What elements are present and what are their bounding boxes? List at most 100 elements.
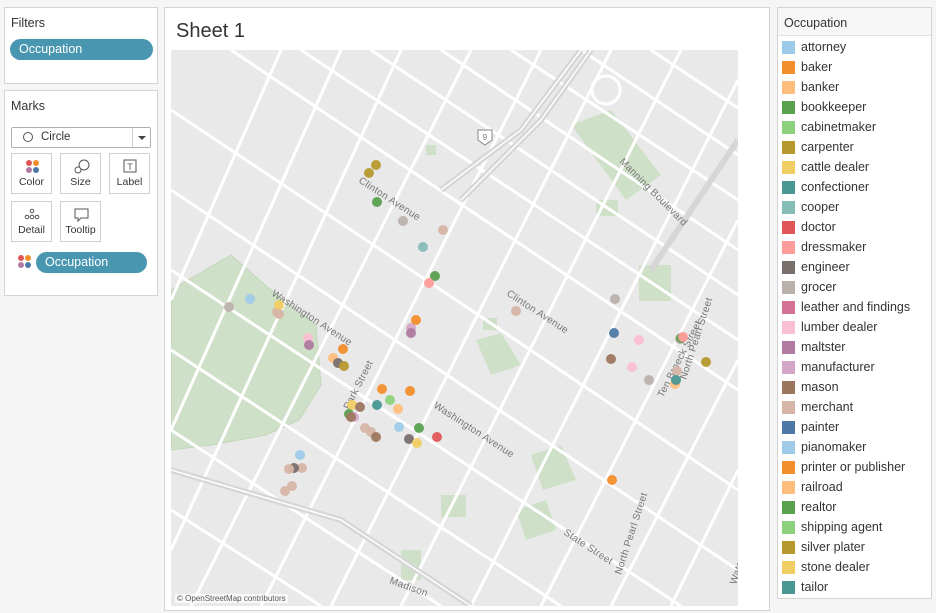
- legend-item[interactable]: stone dealer: [782, 558, 927, 578]
- legend-item[interactable]: shipping agent: [782, 518, 927, 538]
- legend-swatch: [782, 501, 795, 514]
- data-point[interactable]: [295, 450, 305, 460]
- data-point[interactable]: [398, 216, 408, 226]
- legend-swatch: [782, 421, 795, 434]
- data-point[interactable]: [701, 357, 711, 367]
- legend-item[interactable]: tailor: [782, 578, 927, 598]
- size-button[interactable]: Size: [60, 153, 101, 194]
- data-point[interactable]: [644, 375, 654, 385]
- data-point[interactable]: [424, 278, 434, 288]
- legend-label: doctor: [801, 220, 836, 234]
- label-button[interactable]: T Label: [109, 153, 150, 194]
- legend-item[interactable]: carpenter: [782, 138, 927, 158]
- data-point[interactable]: [346, 412, 356, 422]
- data-point[interactable]: [371, 160, 381, 170]
- legend-item[interactable]: cooper: [782, 198, 927, 218]
- data-point[interactable]: [671, 375, 681, 385]
- data-point[interactable]: [438, 225, 448, 235]
- data-point[interactable]: [304, 340, 314, 350]
- legend-item[interactable]: cabinetmaker: [782, 118, 927, 138]
- tooltip-button[interactable]: Tooltip: [60, 201, 101, 242]
- legend-item[interactable]: painter: [782, 418, 927, 438]
- detail-icon: [12, 207, 51, 223]
- data-point[interactable]: [393, 404, 403, 414]
- data-point[interactable]: [274, 309, 284, 319]
- legend-swatch: [782, 301, 795, 314]
- occupation-color-pill[interactable]: Occupation: [36, 252, 147, 273]
- legend-item[interactable]: printer or publisher: [782, 458, 927, 478]
- legend-item[interactable]: leather and findings: [782, 298, 927, 318]
- data-point[interactable]: [405, 386, 415, 396]
- legend-label: mason: [801, 380, 839, 394]
- legend-item[interactable]: lumber dealer: [782, 318, 927, 338]
- data-point[interactable]: [672, 366, 682, 376]
- data-point[interactable]: [355, 402, 365, 412]
- legend-item[interactable]: maltster: [782, 338, 927, 358]
- data-point[interactable]: [606, 354, 616, 364]
- legend-item[interactable]: realtor: [782, 498, 927, 518]
- data-point[interactable]: [280, 486, 290, 496]
- data-point[interactable]: [245, 294, 255, 304]
- color-button[interactable]: Color: [11, 153, 52, 194]
- legend-item[interactable]: pianomaker: [782, 438, 927, 458]
- legend-item[interactable]: doctor: [782, 218, 927, 238]
- chevron-down-icon[interactable]: [132, 128, 150, 147]
- data-point[interactable]: [406, 328, 416, 338]
- data-point[interactable]: [371, 432, 381, 442]
- legend-label: realtor: [801, 500, 837, 514]
- legend-item[interactable]: manufacturer: [782, 358, 927, 378]
- map-view[interactable]: 9 Clinton Avenue Clinton Avenue Washingt…: [171, 50, 738, 606]
- legend-item[interactable]: dressmaker: [782, 238, 927, 258]
- tooltip-icon: [61, 207, 100, 223]
- label-icon: T: [110, 159, 149, 175]
- legend-label: engineer: [801, 260, 850, 274]
- data-point[interactable]: [339, 361, 349, 371]
- data-point[interactable]: [411, 315, 421, 325]
- size-icon: [61, 159, 100, 175]
- legend-item[interactable]: cattle dealer: [782, 158, 927, 178]
- color-button-label: Color: [18, 176, 45, 188]
- data-point[interactable]: [432, 432, 442, 442]
- legend-item[interactable]: silver plater: [782, 538, 927, 558]
- detail-button[interactable]: Detail: [11, 201, 52, 242]
- data-point[interactable]: [364, 168, 374, 178]
- legend-item[interactable]: attorney: [782, 38, 927, 58]
- map-attribution[interactable]: © OpenStreetMap contributors: [175, 594, 288, 603]
- legend-item[interactable]: bookkeeper: [782, 98, 927, 118]
- data-point[interactable]: [372, 400, 382, 410]
- legend-label: leather and findings: [801, 300, 911, 314]
- legend-item[interactable]: railroad: [782, 478, 927, 498]
- legend-item[interactable]: mason: [782, 378, 927, 398]
- data-point[interactable]: [418, 242, 428, 252]
- data-point[interactable]: [627, 362, 637, 372]
- data-point[interactable]: [377, 384, 387, 394]
- data-point[interactable]: [511, 306, 521, 316]
- occupation-filter-pill[interactable]: Occupation: [10, 39, 153, 60]
- data-point[interactable]: [609, 328, 619, 338]
- data-point[interactable]: [607, 475, 617, 485]
- mark-type-dropdown[interactable]: Circle: [11, 127, 151, 148]
- data-point[interactable]: [634, 335, 644, 345]
- legend-label: tailor: [801, 580, 829, 594]
- legend-item[interactable]: merchant: [782, 398, 927, 418]
- legend-item[interactable]: engineer: [782, 258, 927, 278]
- data-point[interactable]: [274, 300, 284, 310]
- data-point[interactable]: [372, 197, 382, 207]
- data-point[interactable]: [284, 464, 294, 474]
- data-point[interactable]: [224, 302, 234, 312]
- legend-item[interactable]: baker: [782, 58, 927, 78]
- data-point[interactable]: [414, 423, 424, 433]
- data-point[interactable]: [678, 332, 688, 342]
- color-legend: Occupation attorney baker banker bookkeeper…: [777, 7, 932, 599]
- data-point[interactable]: [412, 438, 422, 448]
- park-area: [639, 265, 671, 301]
- legend-item[interactable]: banker: [782, 78, 927, 98]
- legend-item[interactable]: grocer: [782, 278, 927, 298]
- legend-label: railroad: [801, 480, 843, 494]
- legend-item[interactable]: confectioner: [782, 178, 927, 198]
- legend-label: carpenter: [801, 140, 854, 154]
- data-point[interactable]: [394, 422, 404, 432]
- data-point[interactable]: [385, 395, 395, 405]
- data-point[interactable]: [338, 344, 348, 354]
- data-point[interactable]: [610, 294, 620, 304]
